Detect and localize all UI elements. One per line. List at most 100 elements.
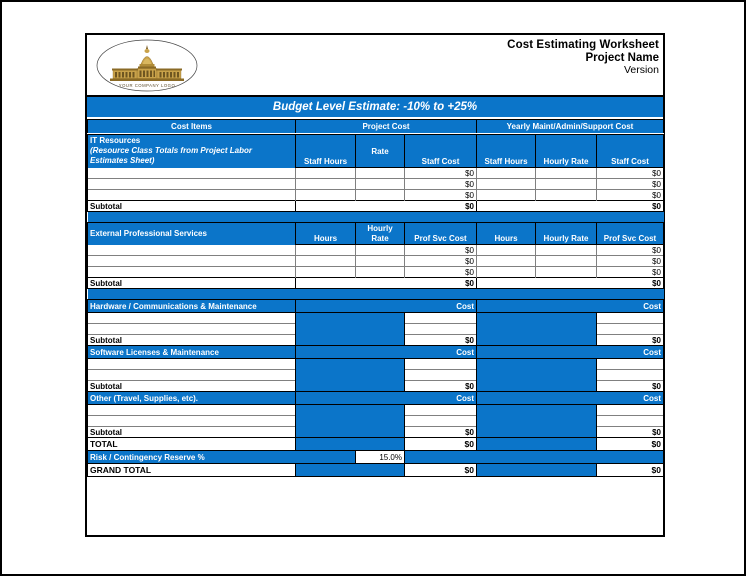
cost-table: Cost Items Project Cost Yearly Maint/Adm… bbox=[87, 119, 665, 477]
section-header-hardware: Hardware / Communications & Maintenance … bbox=[87, 299, 665, 313]
col-group-yearly-cost: Yearly Maint/Admin/Support Cost bbox=[476, 119, 665, 133]
col-it-project-rate-l1 bbox=[355, 134, 405, 146]
spacer-cell bbox=[596, 134, 665, 157]
col-it-yearly-staff-cost: Staff Cost bbox=[596, 156, 665, 168]
blocked-cell bbox=[476, 463, 597, 477]
cell-project-rate[interactable] bbox=[355, 255, 405, 267]
cell-item-name[interactable] bbox=[87, 255, 296, 267]
cell-item-name[interactable] bbox=[87, 167, 296, 179]
cell-yearly-rate[interactable] bbox=[535, 266, 597, 278]
section-title-external-services: External Professional Services bbox=[87, 222, 296, 245]
table-row bbox=[87, 369, 665, 381]
section-header-it-resources: IT Resources (Resource Class Totals from… bbox=[87, 134, 665, 168]
subtotal-row: Subtotal $0 $0 bbox=[87, 380, 665, 392]
cell-item-name[interactable] bbox=[87, 404, 296, 416]
section-title-it-resources: IT Resources (Resource Class Totals from… bbox=[87, 134, 296, 168]
subtotal-yearly-cost: $0 bbox=[476, 200, 665, 212]
cell-yearly-hours[interactable] bbox=[476, 244, 536, 256]
blocked-cell bbox=[476, 334, 597, 346]
cell-yearly-cost[interactable] bbox=[596, 358, 665, 370]
company-logo: YOUR COMPANY LOGO bbox=[95, 38, 199, 93]
cell-item-name[interactable] bbox=[87, 358, 296, 370]
cell-project-cost: $0 bbox=[404, 266, 477, 278]
blocked-cell bbox=[295, 415, 405, 427]
subtotal-row: Subtotal $0 $0 bbox=[87, 200, 665, 212]
page-canvas: YOUR COMPANY LOGO Cost Estimating Worksh… bbox=[0, 0, 746, 576]
cell-project-rate[interactable] bbox=[355, 167, 405, 179]
logo-caption: YOUR COMPANY LOGO bbox=[119, 83, 176, 88]
col-group-project-cost: Project Cost bbox=[295, 119, 477, 133]
section-header-other: Other (Travel, Supplies, etc). Cost Cost bbox=[87, 391, 665, 405]
col-ext-yearly-rate: Hourly Rate bbox=[535, 233, 597, 245]
spacer-cell bbox=[295, 222, 356, 234]
blocked-cell bbox=[476, 358, 597, 370]
cell-project-cost[interactable] bbox=[404, 312, 477, 324]
cell-project-cost[interactable] bbox=[404, 404, 477, 416]
col-it-project-hourly-rate bbox=[355, 156, 405, 168]
risk-label: Risk / Contingency Reserve % bbox=[87, 450, 356, 464]
blocked-cell bbox=[476, 323, 597, 335]
spacer-cell bbox=[535, 222, 597, 234]
cell-yearly-rate[interactable] bbox=[535, 244, 597, 256]
cell-item-name[interactable] bbox=[87, 178, 296, 190]
cell-project-rate[interactable] bbox=[355, 266, 405, 278]
cell-project-cost: $0 bbox=[404, 255, 477, 267]
cell-yearly-hours[interactable] bbox=[476, 189, 536, 201]
cell-yearly-hours[interactable] bbox=[476, 255, 536, 267]
col-ext-yearly-hours: Hours bbox=[476, 233, 536, 245]
cell-project-hours[interactable] bbox=[295, 178, 356, 190]
cell-yearly-cost: $0 bbox=[596, 178, 665, 190]
subtotal-project-cost: $0 bbox=[295, 200, 477, 212]
cell-project-cost[interactable] bbox=[404, 358, 477, 370]
cell-project-rate[interactable] bbox=[355, 178, 405, 190]
cell-yearly-cost[interactable] bbox=[596, 415, 665, 427]
cell-project-hours[interactable] bbox=[295, 266, 356, 278]
cell-project-hours[interactable] bbox=[295, 244, 356, 256]
cell-item-name[interactable] bbox=[87, 415, 296, 427]
col-sw-project-cost: Cost bbox=[295, 345, 477, 359]
col-hw-yearly-cost: Cost bbox=[476, 299, 665, 313]
cell-yearly-cost[interactable] bbox=[596, 369, 665, 381]
cell-project-rate[interactable] bbox=[355, 189, 405, 201]
subtotal-label: Subtotal bbox=[87, 200, 296, 212]
table-row bbox=[87, 415, 665, 427]
section-header-external-services: External Professional Services Hourly bbox=[87, 222, 665, 245]
cell-project-cost[interactable] bbox=[404, 369, 477, 381]
budget-level-banner: Budget Level Estimate: -10% to +25% bbox=[87, 97, 663, 119]
cell-project-cost: $0 bbox=[404, 189, 477, 201]
cell-yearly-hours[interactable] bbox=[476, 266, 536, 278]
cell-project-hours[interactable] bbox=[295, 189, 356, 201]
spacer-cell bbox=[295, 134, 356, 157]
cell-yearly-cost[interactable] bbox=[596, 404, 665, 416]
subtotal-project-cost: $0 bbox=[404, 380, 477, 392]
cell-item-name[interactable] bbox=[87, 369, 296, 381]
section-gap bbox=[87, 211, 664, 223]
cell-item-name[interactable] bbox=[87, 312, 296, 324]
cell-yearly-rate[interactable] bbox=[535, 178, 597, 190]
risk-percent-input[interactable]: 15.0% bbox=[355, 450, 405, 464]
cell-project-cost[interactable] bbox=[404, 415, 477, 427]
cell-yearly-rate[interactable] bbox=[535, 255, 597, 267]
cell-yearly-rate[interactable] bbox=[535, 167, 597, 179]
blocked-cell bbox=[476, 415, 597, 427]
total-yearly-cost: $0 bbox=[596, 437, 665, 451]
cell-project-hours[interactable] bbox=[295, 255, 356, 267]
cell-item-name[interactable] bbox=[87, 189, 296, 201]
cell-item-name[interactable] bbox=[87, 244, 296, 256]
cell-item-name[interactable] bbox=[87, 323, 296, 335]
cell-yearly-hours[interactable] bbox=[476, 178, 536, 190]
cell-yearly-hours[interactable] bbox=[476, 167, 536, 179]
cell-project-rate[interactable] bbox=[355, 244, 405, 256]
cell-item-name[interactable] bbox=[87, 266, 296, 278]
cell-project-cost[interactable] bbox=[404, 323, 477, 335]
blocked-cell bbox=[295, 323, 405, 335]
cell-yearly-cost[interactable] bbox=[596, 312, 665, 324]
cell-yearly-cost[interactable] bbox=[596, 323, 665, 335]
blocked-cell bbox=[295, 334, 405, 346]
blocked-cell bbox=[295, 380, 405, 392]
blocked-cell bbox=[295, 463, 405, 477]
capitol-building-logo-icon: YOUR COMPANY LOGO bbox=[96, 39, 198, 92]
cell-project-hours[interactable] bbox=[295, 167, 356, 179]
cell-yearly-rate[interactable] bbox=[535, 189, 597, 201]
section-title-line1: IT Resources bbox=[90, 136, 141, 145]
